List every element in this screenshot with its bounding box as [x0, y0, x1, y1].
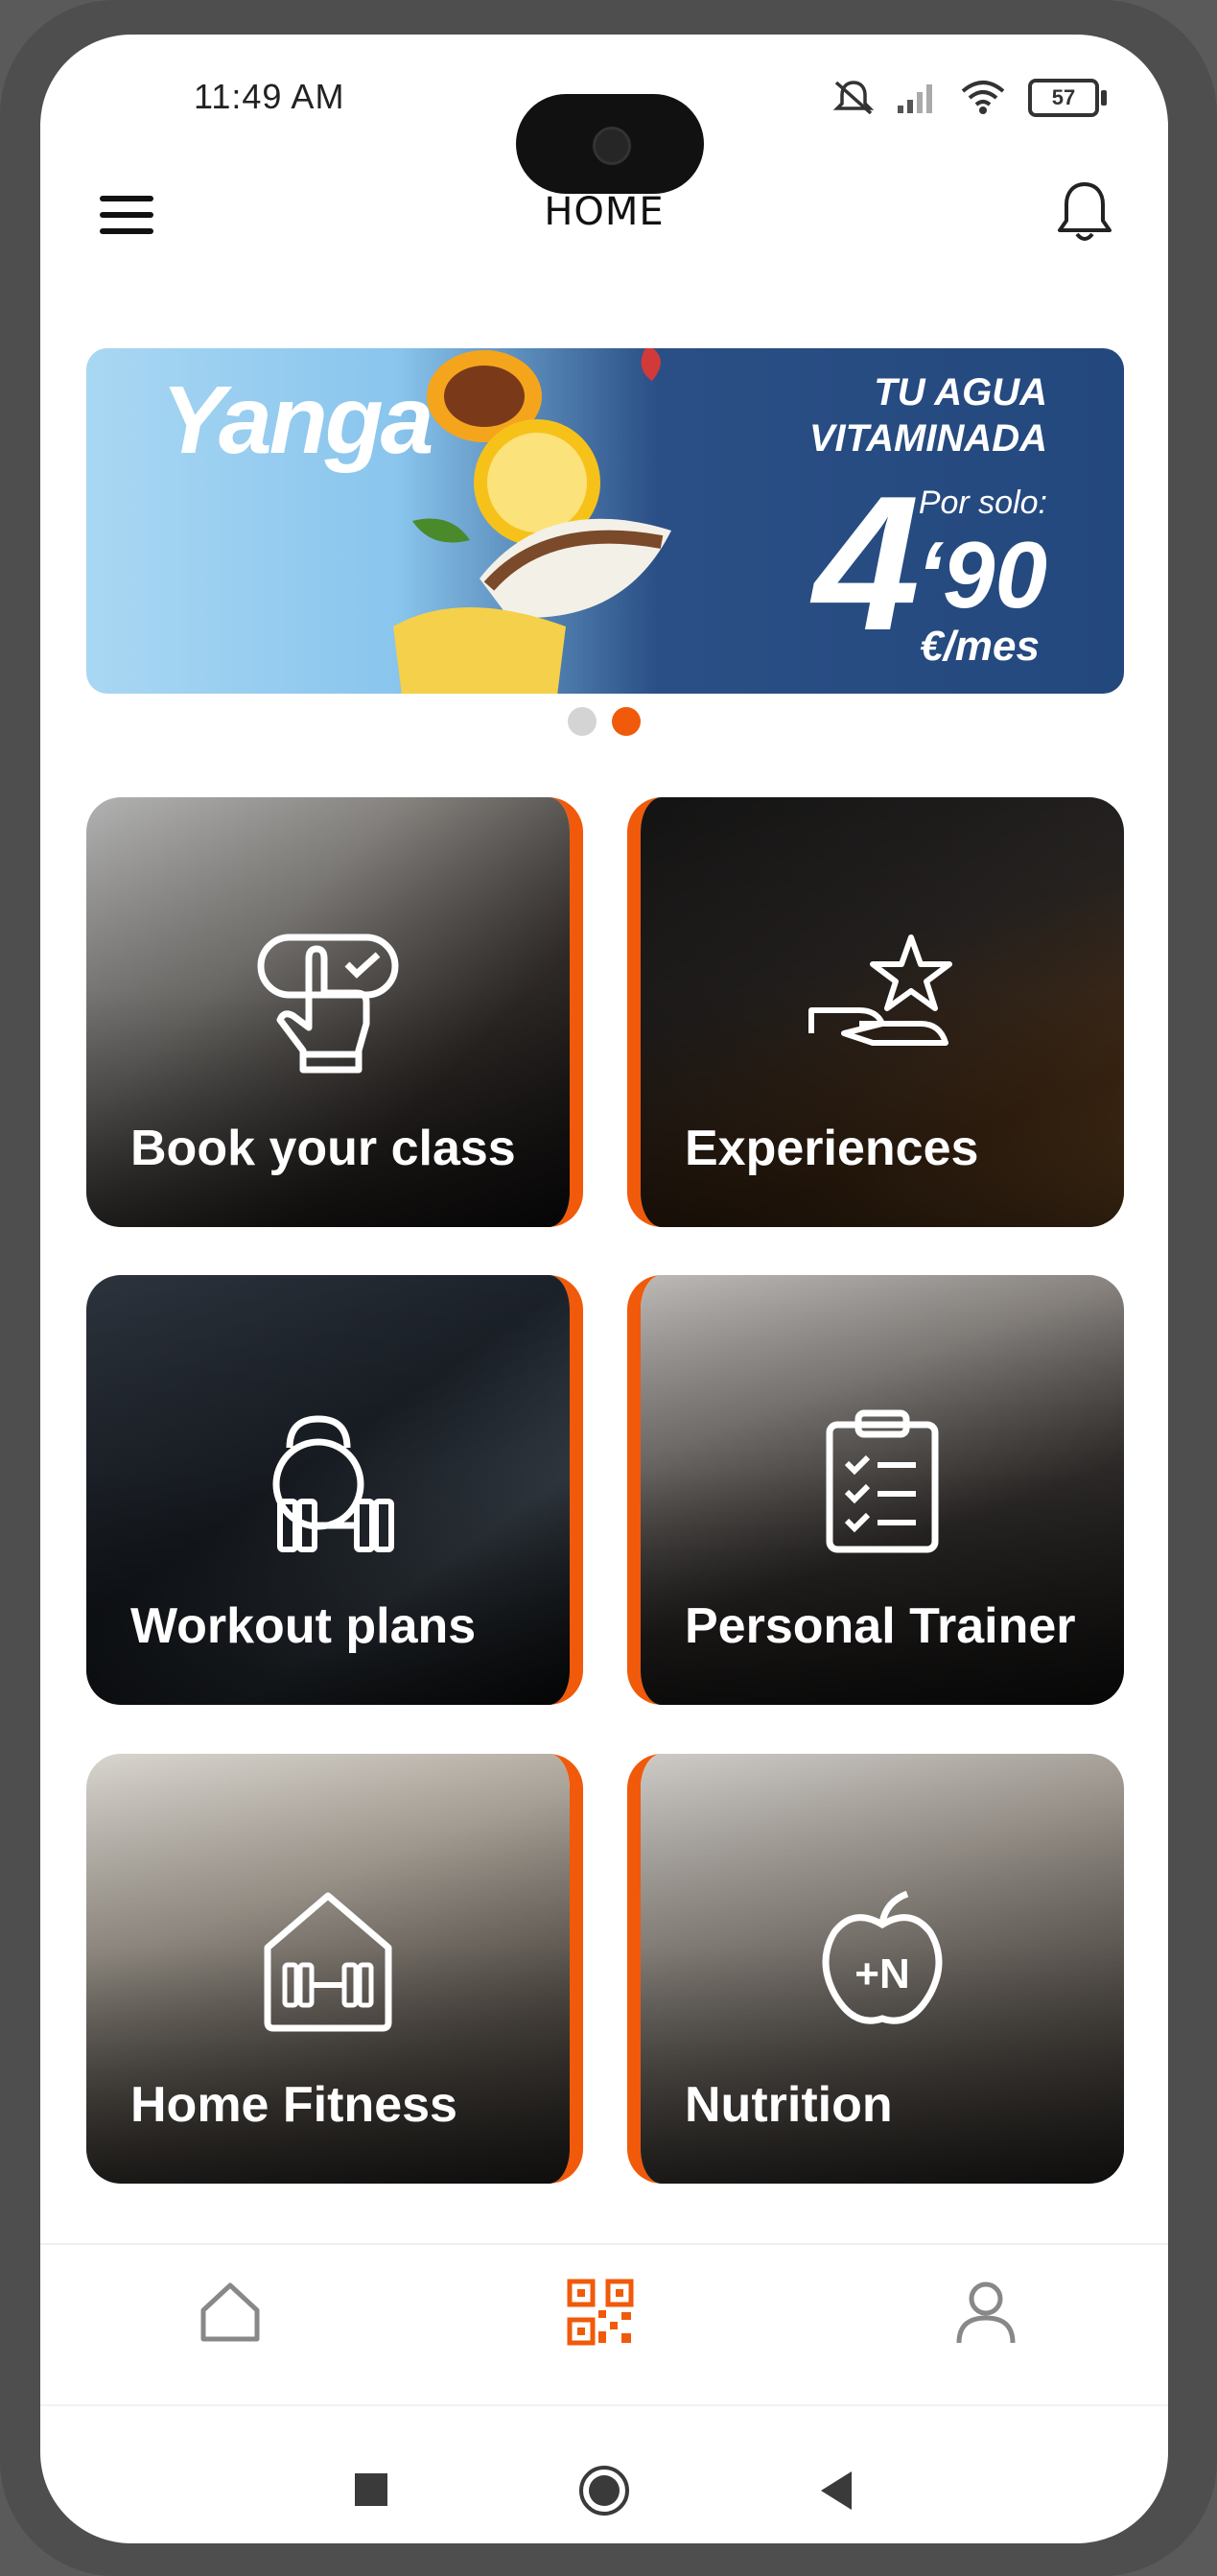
- camera-lens: [593, 127, 631, 165]
- svg-text:+N: +N: [854, 1950, 909, 1997]
- tile-book-your-class[interactable]: Book your class: [86, 797, 583, 1227]
- banner-price-label: Por solo:: [918, 484, 1047, 521]
- profile-icon[interactable]: [951, 2278, 1020, 2351]
- banner-price-cents: ‘90: [916, 522, 1047, 627]
- house-dumbbell-icon: [256, 1888, 400, 2036]
- carousel-dot-2[interactable]: [612, 707, 641, 736]
- tile-label: Experiences: [685, 1121, 979, 1176]
- tile-label: Personal Trainer: [685, 1598, 1076, 1654]
- status-time: 11:49 AM: [194, 77, 345, 116]
- screen: 11:49 AM 57 HOME Yanga TU AGUA VITAMINAD…: [40, 35, 1168, 2543]
- tile-nutrition[interactable]: +N Nutrition: [627, 1754, 1124, 2184]
- banner-price-main: 4: [813, 457, 921, 671]
- banner-brand: Yanga: [161, 366, 433, 474]
- fruit-illustration: [393, 348, 738, 694]
- promo-banner[interactable]: Yanga TU AGUA VITAMINADA 4 Por solo: ‘90…: [86, 348, 1124, 694]
- mute-icon: [832, 79, 875, 117]
- tile-label: Workout plans: [130, 1598, 477, 1654]
- carousel-dot-1[interactable]: [568, 707, 597, 736]
- qr-code-icon[interactable]: [566, 2278, 635, 2351]
- battery-icon: 57: [1028, 79, 1107, 117]
- banner-price-unit: €/mes: [920, 623, 1040, 670]
- bottom-nav: [40, 2270, 1168, 2385]
- kettlebell-dumbbell-icon: [251, 1409, 405, 1557]
- apple-plus-n-icon: +N: [815, 1888, 949, 2036]
- tile-experiences[interactable]: Experiences: [627, 797, 1124, 1227]
- tile-label: Nutrition: [685, 2077, 893, 2133]
- banner-tagline-line1: TU AGUA: [874, 371, 1047, 414]
- tile-workout-plans[interactable]: Workout plans: [86, 1275, 583, 1705]
- banner-tagline-line2: VITAMINADA: [808, 417, 1047, 460]
- wifi-icon: [959, 80, 1007, 116]
- tile-label: Book your class: [130, 1121, 516, 1176]
- hand-tap-icon: [251, 932, 405, 1079]
- clipboard-checklist-icon: [820, 1409, 945, 1557]
- tile-personal-trainer[interactable]: Personal Trainer: [627, 1275, 1124, 1705]
- tile-label: Home Fitness: [130, 2077, 457, 2133]
- tile-home-fitness[interactable]: Home Fitness: [86, 1754, 583, 2184]
- front-camera: [516, 94, 704, 194]
- page-title: HOME: [544, 190, 665, 234]
- carousel-dots: [568, 707, 641, 736]
- home-icon[interactable]: [196, 2278, 265, 2351]
- recent-apps-icon[interactable]: [355, 2473, 387, 2506]
- back-triangle-icon[interactable]: [817, 2470, 855, 2516]
- home-circle-icon[interactable]: [577, 2464, 631, 2521]
- status-icons: 57: [832, 79, 1107, 117]
- bell-icon[interactable]: [1055, 178, 1114, 249]
- signal-icon: [896, 81, 938, 115]
- phone-frame: 11:49 AM 57 HOME Yanga TU AGUA VITAMINAD…: [0, 0, 1217, 2576]
- hand-star-icon: [806, 932, 959, 1079]
